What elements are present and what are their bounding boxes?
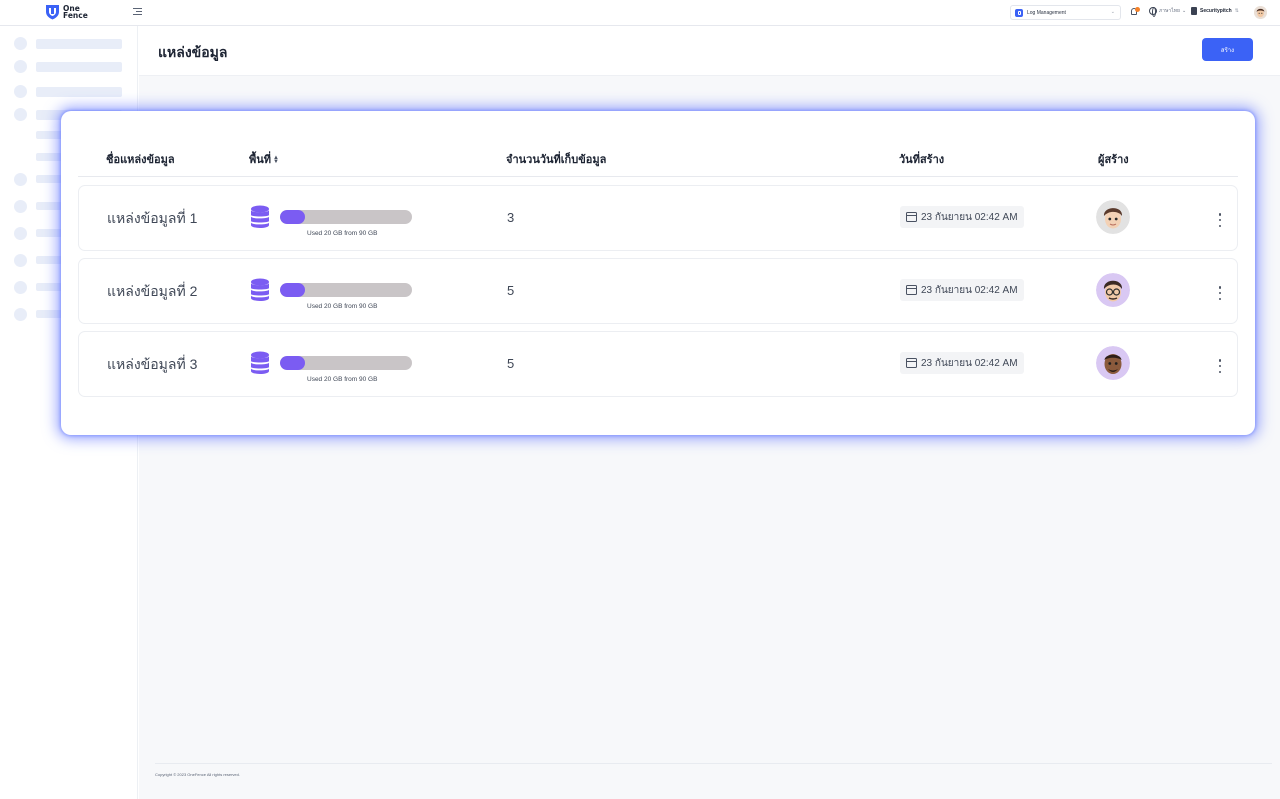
datasource-name: แหล่งข้อมูลที่ 3 xyxy=(107,356,198,372)
chevron-down-icon: ⌄ xyxy=(1110,9,1115,15)
sidebar-placeholder-subitem xyxy=(36,131,62,139)
chevron-down-icon: ⌄ xyxy=(1181,8,1187,14)
sidebar-placeholder-subitem xyxy=(36,202,62,210)
storage-usage-bar xyxy=(280,283,412,297)
creator-avatar[interactable] xyxy=(1096,200,1130,234)
user-avatar[interactable] xyxy=(1254,6,1267,19)
created-date: 23 กันยายน 02:42 AM xyxy=(921,211,1018,223)
creator-avatar-icon xyxy=(1096,200,1130,234)
sidebar-placeholder-subitem xyxy=(36,153,62,161)
row-actions-menu-icon[interactable] xyxy=(1217,359,1223,373)
sidebar-placeholder-subitem xyxy=(36,283,62,291)
create-button[interactable]: สร้าง xyxy=(1202,38,1253,61)
storage-usage-bar xyxy=(280,356,412,370)
sidebar-placeholder-item xyxy=(36,39,122,49)
globe-icon xyxy=(1149,7,1157,17)
column-header-created: วันที่สร้าง xyxy=(899,154,945,166)
row-actions-menu-icon[interactable] xyxy=(1217,286,1223,300)
column-header-name: ชื่อแหล่งข้อมูล xyxy=(106,154,175,166)
language-label: ภาษาไทย xyxy=(1159,8,1180,14)
sidebar-placeholder-subitem xyxy=(36,256,62,264)
creator-avatar-icon xyxy=(1096,273,1130,307)
created-date-chip: 23 กันยายน 02:42 AM xyxy=(900,206,1024,228)
row-actions-menu-icon[interactable] xyxy=(1217,213,1223,227)
sidebar-placeholder-icon xyxy=(14,37,27,50)
language-switcher[interactable]: ภาษาไทย ⌄ xyxy=(1149,7,1187,17)
page-header: แหล่งข้อมูล สร้าง xyxy=(139,26,1280,76)
storage-usage-caption: Used 20 GB from 90 GB xyxy=(307,230,378,237)
retention-days: 3 xyxy=(507,210,515,225)
calendar-icon xyxy=(906,212,917,222)
top-header: One Fence Log Management ⌄ ภาษาไทย ⌄ Sec… xyxy=(0,0,1280,26)
calendar-icon xyxy=(906,285,917,295)
sidebar-placeholder-icon xyxy=(14,227,27,240)
sidebar-placeholder-icon xyxy=(14,254,27,267)
module-select[interactable]: Log Management ⌄ xyxy=(1010,5,1121,20)
created-date: 23 กันยายน 02:42 AM xyxy=(921,357,1018,369)
building-icon xyxy=(1191,7,1197,15)
footer-copyright: Copyright © 2023 OneFence All rights res… xyxy=(155,763,1272,777)
calendar-icon xyxy=(906,358,917,368)
database-icon xyxy=(251,205,269,228)
database-icon xyxy=(251,351,269,374)
column-header-retention: จำนวนวันที่เก็บข้อมูล xyxy=(506,154,607,166)
created-date: 23 กันยายน 02:42 AM xyxy=(921,284,1018,296)
datasource-table-card: ชื่อแหล่งข้อมูล พื้นที่ ▲ ▼ จำนวนวันที่เก็… xyxy=(61,111,1255,435)
storage-usage-caption: Used 20 GB from 90 GB xyxy=(307,376,378,383)
column-header-creator: ผู้สร้าง xyxy=(1098,154,1129,166)
user-avatar-icon xyxy=(1254,6,1267,19)
sidebar-placeholder-subitem xyxy=(36,229,62,237)
shield-logo-icon xyxy=(46,5,59,20)
bell-icon[interactable] xyxy=(1130,7,1140,17)
sort-icon[interactable]: ▲ ▼ xyxy=(273,155,279,165)
creator-avatar-icon xyxy=(1096,346,1130,380)
datasource-name: แหล่งข้อมูลที่ 1 xyxy=(107,210,198,226)
column-header-space[interactable]: พื้นที่ ▲ ▼ xyxy=(249,150,279,168)
table-header: ชื่อแหล่งข้อมูล พื้นที่ ▲ ▼ จำนวนวันที่เก็… xyxy=(78,147,1238,177)
datasource-name: แหล่งข้อมูลที่ 2 xyxy=(107,283,198,299)
storage-usage-fill xyxy=(280,283,306,297)
sidebar-placeholder-item xyxy=(36,87,122,97)
organization-switcher[interactable]: Securitypitch ⇅ xyxy=(1191,7,1239,15)
creator-avatar[interactable] xyxy=(1096,273,1130,307)
sidebar-placeholder-icon xyxy=(14,281,27,294)
module-select-value: Log Management xyxy=(1027,9,1066,16)
sidebar-placeholder-icon xyxy=(14,108,27,121)
creator-avatar[interactable] xyxy=(1096,346,1130,380)
created-date-chip: 23 กันยายน 02:42 AM xyxy=(900,352,1024,374)
sidebar-placeholder-icon xyxy=(14,200,27,213)
log-module-icon xyxy=(1015,8,1023,17)
sidebar-placeholder-subitem xyxy=(36,310,62,318)
logo-wordmark: One Fence xyxy=(63,4,88,20)
created-date-chip: 23 กันยายน 02:42 AM xyxy=(900,279,1024,301)
menu-toggle-icon[interactable] xyxy=(133,8,142,17)
retention-days: 5 xyxy=(507,356,515,371)
table-row[interactable]: แหล่งข้อมูลที่ 3 Used 20 GB from 90 GB 5… xyxy=(78,331,1238,397)
sidebar-placeholder-item xyxy=(36,62,122,72)
storage-usage-caption: Used 20 GB from 90 GB xyxy=(307,303,378,310)
database-icon xyxy=(251,278,269,301)
onefence-logo[interactable]: One Fence xyxy=(45,4,88,20)
sidebar-placeholder-icon xyxy=(14,173,27,186)
notification-dot xyxy=(1135,7,1140,12)
sidebar-placeholder-icon xyxy=(14,85,27,98)
storage-usage-fill xyxy=(280,210,306,224)
storage-usage-fill xyxy=(280,356,306,370)
retention-days: 5 xyxy=(507,283,515,298)
table-row[interactable]: แหล่งข้อมูลที่ 1 Used 20 GB from 90 GB 3… xyxy=(78,185,1238,251)
storage-usage-bar xyxy=(280,210,412,224)
sidebar-placeholder-icon xyxy=(14,60,27,73)
sidebar-placeholder-icon xyxy=(14,308,27,321)
sidebar-placeholder-subitem xyxy=(36,175,62,183)
organization-name: Securitypitch xyxy=(1200,8,1232,14)
table-row[interactable]: แหล่งข้อมูลที่ 2 Used 20 GB from 90 GB 5… xyxy=(78,258,1238,324)
page-title: แหล่งข้อมูล xyxy=(158,44,228,60)
swap-icon: ⇅ xyxy=(1234,8,1239,14)
